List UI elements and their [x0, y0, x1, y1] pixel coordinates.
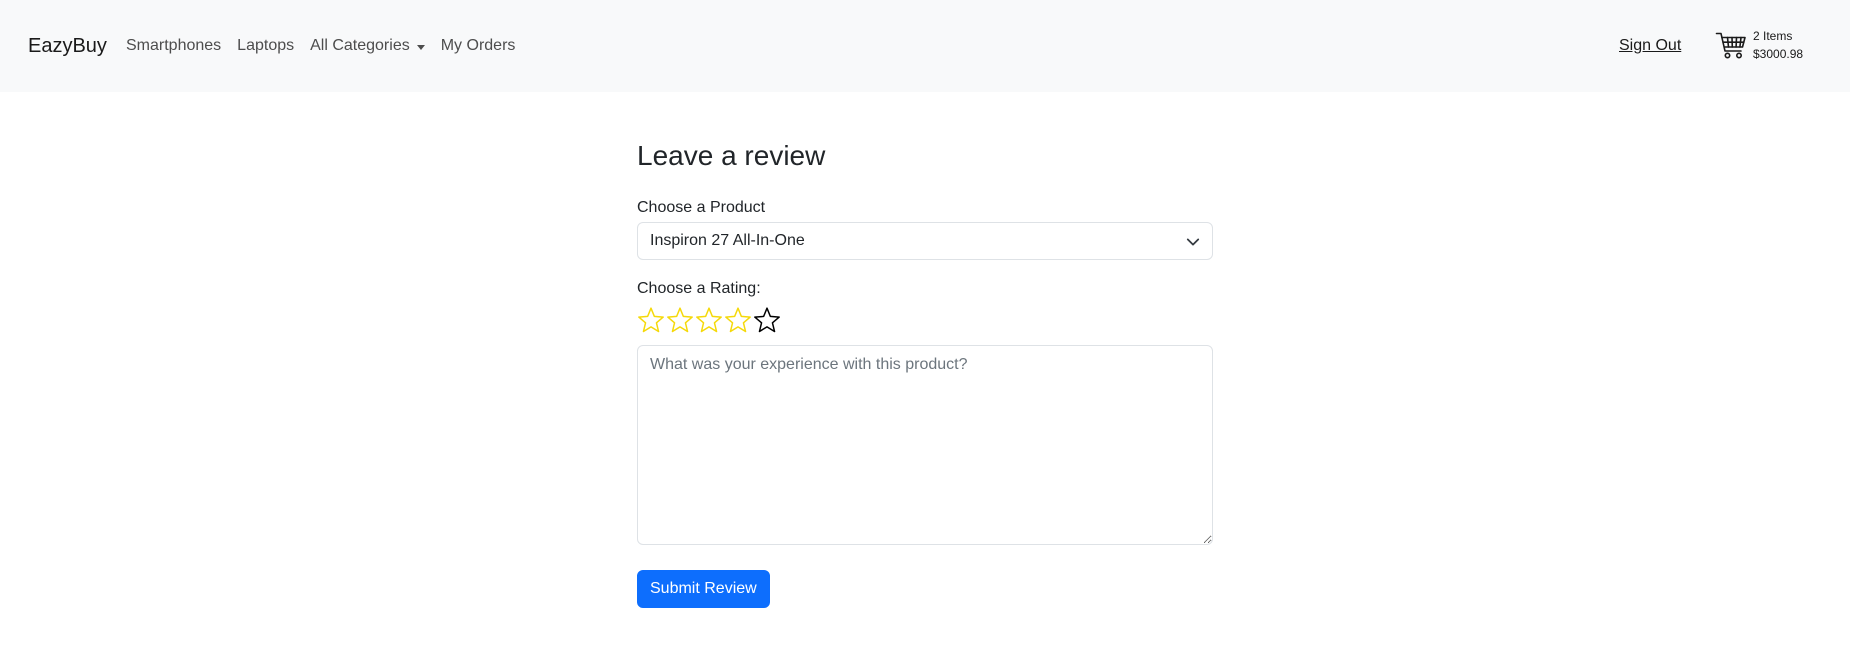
nav-links: Smartphones Laptops All Categories My Or… — [126, 36, 531, 56]
star-icon[interactable] — [724, 306, 752, 334]
nav-link-smartphones[interactable]: Smartphones — [126, 36, 221, 56]
cart-summary: 2 Items $3000.98 — [1753, 27, 1803, 63]
star-icon[interactable] — [637, 306, 665, 334]
review-textarea[interactable] — [637, 345, 1213, 545]
cart-item-count: 2 Items — [1753, 29, 1793, 43]
cart-total: $3000.98 — [1753, 47, 1804, 61]
caret-down-icon — [416, 44, 425, 50]
product-select[interactable]: Inspiron 27 All-In-One — [637, 222, 1213, 260]
star-icon[interactable] — [666, 306, 694, 334]
brand-link[interactable]: EazyBuy — [28, 34, 107, 58]
review-form: Leave a review Choose a Product Inspiron… — [637, 136, 1213, 608]
rating-label: Choose a Rating: — [637, 280, 761, 297]
star-icon[interactable] — [695, 306, 723, 334]
cart-button[interactable]: 2 Items $3000.98 — [1715, 27, 1803, 63]
nav-link-my-orders[interactable]: My Orders — [441, 36, 516, 56]
submit-review-button[interactable]: Submit Review — [637, 570, 770, 608]
nav-dropdown-label: All Categories — [310, 37, 410, 54]
product-label: Choose a Product — [637, 199, 766, 216]
chevron-down-icon — [1186, 238, 1200, 246]
star-rating — [637, 305, 1213, 335]
navbar: EazyBuy Smartphones Laptops All Categori… — [0, 0, 1850, 92]
star-icon[interactable] — [753, 306, 781, 334]
sign-out-link[interactable]: Sign Out — [1619, 36, 1681, 56]
nav-dropdown-all-categories[interactable]: All Categories — [310, 36, 425, 56]
shopping-cart-icon — [1715, 32, 1746, 59]
nav-link-laptops[interactable]: Laptops — [237, 36, 294, 56]
page-title: Leave a review — [637, 140, 826, 171]
product-select-value: Inspiron 27 All-In-One — [650, 232, 805, 249]
